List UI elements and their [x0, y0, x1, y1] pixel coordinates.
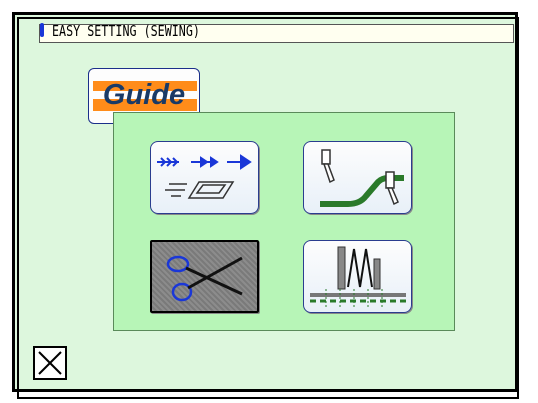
scissors-icon	[166, 255, 243, 302]
thread-trim-button[interactable]	[150, 240, 259, 313]
feed-pattern-icon	[157, 154, 252, 199]
feed-setting-button[interactable]	[150, 141, 259, 214]
presser-height-icon	[320, 149, 404, 207]
close-button[interactable]	[33, 346, 67, 380]
title-marker-icon	[40, 23, 44, 37]
guide-label: Guide	[102, 79, 186, 111]
thread-tension-icon	[310, 246, 406, 307]
close-icon	[38, 351, 62, 375]
presser-setting-button[interactable]	[303, 141, 412, 214]
page-title: EASY SETTING (SEWING)	[52, 22, 200, 40]
tension-setting-button[interactable]	[303, 240, 412, 313]
